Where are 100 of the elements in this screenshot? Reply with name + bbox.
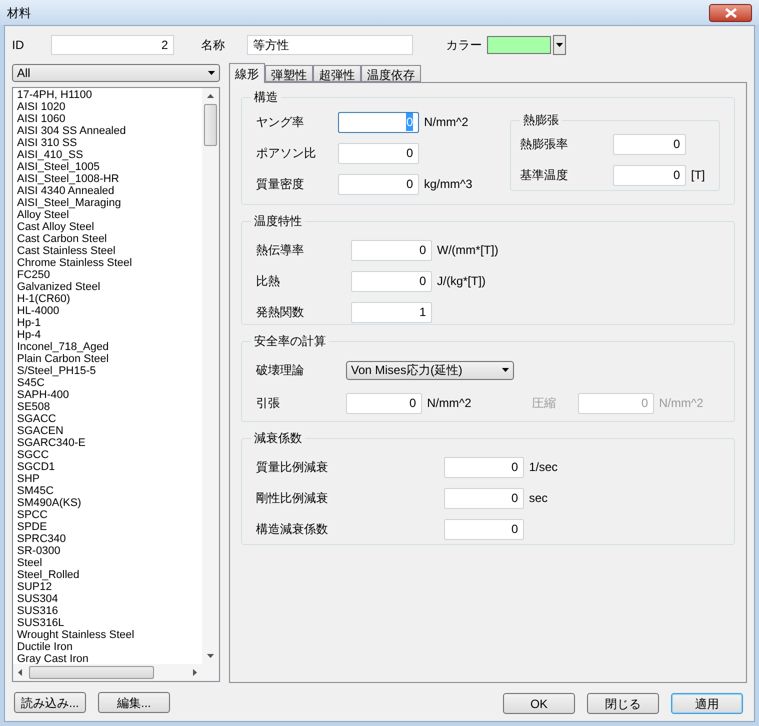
field-label: ポアソン比 (256, 146, 316, 160)
number-field[interactable]: 1 (351, 302, 432, 322)
scroll-down-icon (207, 654, 214, 658)
material-item[interactable]: SUP12 (17, 581, 202, 593)
dialog-button[interactable]: 読み込み... (14, 692, 86, 713)
theory-dropdown[interactable]: Von Mises応力(延性) (346, 360, 514, 380)
material-item[interactable]: SGARC340-E (17, 437, 202, 449)
material-item[interactable]: SR-0300 (17, 545, 202, 557)
material-item[interactable]: S/Steel_PH15-5 (17, 365, 202, 377)
number-field[interactable]: 0 (613, 164, 686, 186)
material-item[interactable]: AISI_Steel_1005 (17, 161, 202, 173)
material-item[interactable]: Cast Carbon Steel (17, 233, 202, 245)
scroll-thumb[interactable] (29, 666, 154, 679)
vertical-scrollbar[interactable] (202, 88, 219, 664)
material-item[interactable]: SE508 (17, 401, 202, 413)
material-item[interactable]: S45C (17, 377, 202, 389)
unit-label: sec (529, 490, 548, 507)
field-label: 引張 (256, 396, 280, 410)
unit-label: N/mm^2 (424, 114, 468, 131)
material-item[interactable]: Plain Carbon Steel (17, 353, 202, 365)
material-item[interactable]: H-1(CR60) (17, 293, 202, 305)
material-item[interactable]: AISI 1020 (17, 101, 202, 113)
material-item[interactable]: AISI 4340 Annealed (17, 185, 202, 197)
dialog-button[interactable]: 適用 (671, 693, 743, 714)
field-label: 熱伝導率 (256, 243, 304, 257)
unit-label: 1/sec (529, 459, 558, 476)
material-item[interactable]: SUS316L (17, 617, 202, 629)
close-button[interactable] (709, 4, 752, 22)
number-field[interactable]: 0 (444, 488, 524, 508)
group-title: 減衰係数 (251, 430, 305, 446)
unit-label: [T] (691, 167, 705, 184)
material-item[interactable]: SPCC (17, 509, 202, 521)
material-item[interactable]: Alloy Steel (17, 209, 202, 221)
material-item[interactable]: AISI 310 SS (17, 137, 202, 149)
material-item[interactable]: SGCD1 (17, 461, 202, 473)
dialog-button[interactable]: OK (503, 693, 575, 714)
tab[interactable]: 温度依存 (361, 65, 421, 82)
material-item[interactable]: AISI 304 SS Annealed (17, 125, 202, 137)
number-field[interactable]: 0 (338, 142, 419, 164)
material-item[interactable]: SGCC (17, 449, 202, 461)
material-item[interactable]: 17-4PH, H1100 (17, 89, 202, 101)
number-field[interactable]: 0 (444, 456, 524, 478)
unit-label: N/mm^2 (659, 395, 704, 412)
material-item[interactable]: Hp-4 (17, 329, 202, 341)
dialog-button[interactable]: 閉じる (587, 693, 659, 714)
window-title: 材料 (7, 4, 31, 22)
group-title: 温度特性 (251, 213, 305, 229)
material-item[interactable]: Cast Alloy Steel (17, 221, 202, 233)
field-label: ヤング率 (256, 115, 304, 129)
material-item[interactable]: Cast Stainless Steel (17, 245, 202, 257)
material-item[interactable]: Gray Cast Iron (17, 653, 202, 664)
material-item[interactable]: Inconel_718_Aged (17, 341, 202, 353)
number-field[interactable]: 0 (351, 240, 432, 260)
number-field[interactable]: 0 (613, 134, 686, 154)
name-field[interactable]: 等方性 (247, 34, 413, 54)
material-item[interactable]: SHP (17, 473, 202, 485)
material-item[interactable]: Wrought Stainless Steel (17, 629, 202, 641)
material-item[interactable]: SAPH-400 (17, 389, 202, 401)
material-item[interactable]: AISI 1060 (17, 113, 202, 125)
scroll-thumb[interactable] (204, 104, 217, 146)
material-item[interactable]: FC250 (17, 269, 202, 281)
number-field[interactable]: 0 (338, 174, 419, 194)
material-item[interactable]: HL-4000 (17, 305, 202, 317)
material-item[interactable]: Ductile Iron (17, 641, 202, 653)
material-item[interactable]: AISI_Steel_Maraging (17, 197, 202, 209)
material-item[interactable]: Steel_Rolled (17, 569, 202, 581)
id-field[interactable]: 2 (51, 34, 174, 54)
material-item[interactable]: SGACC (17, 413, 202, 425)
material-item[interactable]: SM45C (17, 485, 202, 497)
material-item[interactable]: SUS304 (17, 593, 202, 605)
number-field[interactable]: 0 (346, 392, 422, 414)
material-item[interactable]: SPDE (17, 521, 202, 533)
field-label: 剛性比例減衰 (256, 491, 328, 505)
material-item[interactable]: Chrome Stainless Steel (17, 257, 202, 269)
tab[interactable]: 超弾性 (313, 65, 361, 82)
material-item[interactable]: SGACEN (17, 425, 202, 437)
material-item[interactable]: Hp-1 (17, 317, 202, 329)
number-field[interactable]: 0 (351, 270, 432, 292)
material-item[interactable]: AISI_Steel_1008-HR (17, 173, 202, 185)
number-field[interactable]: 0 (444, 518, 524, 540)
field-label: 基準温度 (520, 168, 568, 182)
material-item[interactable]: AISI_410_SS (17, 149, 202, 161)
material-item[interactable]: SUS316 (17, 605, 202, 617)
unit-label: W/(mm*[T]) (437, 242, 498, 259)
material-item[interactable]: SM490A(KS) (17, 497, 202, 509)
field-label: 発熱関数 (256, 305, 304, 319)
color-swatch[interactable] (487, 36, 551, 54)
color-dropdown-button[interactable] (553, 34, 566, 54)
material-item[interactable]: SPRC340 (17, 533, 202, 545)
tab[interactable]: 弾塑性 (265, 65, 313, 82)
field-label: カラー (446, 36, 483, 54)
material-item[interactable]: Steel (17, 557, 202, 569)
filter-dropdown[interactable]: All (12, 64, 220, 82)
horizontal-scrollbar[interactable] (13, 664, 219, 681)
unit-label: J/(kg*[T]) (437, 273, 486, 290)
field-label: 圧縮 (532, 396, 556, 410)
dialog-button[interactable]: 編集... (98, 692, 170, 713)
material-item[interactable]: Galvanized Steel (17, 281, 202, 293)
tab[interactable]: 線形 (229, 63, 265, 83)
unit-label: N/mm^2 (427, 395, 472, 412)
